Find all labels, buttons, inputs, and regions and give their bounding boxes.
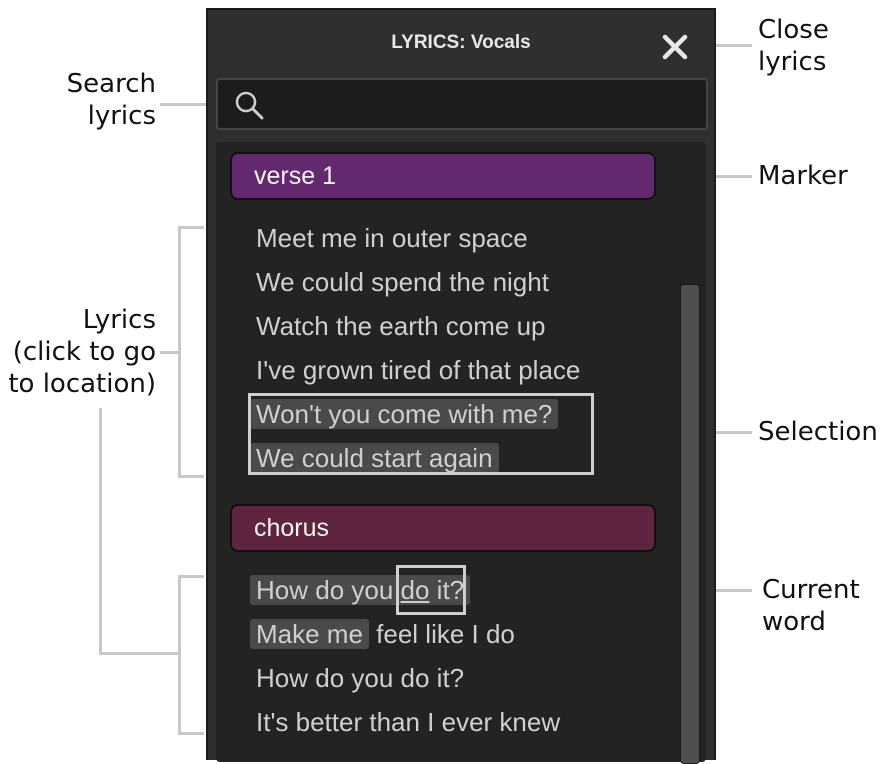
- search-input[interactable]: [274, 88, 698, 122]
- lyric-line[interactable]: It's better than I ever knew: [256, 704, 560, 740]
- lyric-line[interactable]: We could spend the night: [256, 264, 549, 300]
- callout-lyrics: Lyrics (click to go to location): [8, 305, 156, 399]
- marker-label: chorus: [254, 514, 330, 542]
- lyric-line[interactable]: Meet me in outer space: [256, 220, 528, 256]
- search-icon: [234, 90, 266, 127]
- marker-label: verse 1: [254, 162, 336, 190]
- bracket-link-vertical: [99, 408, 102, 655]
- bracket-link-horizontal: [99, 652, 179, 655]
- panel-title: LYRICS: Vocals: [391, 32, 531, 53]
- close-icon[interactable]: [660, 32, 690, 62]
- playing-highlight: Make me: [250, 619, 369, 649]
- lyric-line[interactable]: I've grown tired of that place: [256, 352, 580, 388]
- scrollbar[interactable]: [680, 284, 700, 764]
- lyrics-panel: LYRICS: Vocals verse 1 Meet me in outer …: [206, 8, 716, 764]
- callout-current-word: Current word: [762, 575, 860, 637]
- bracket-verse-tick: [160, 351, 180, 354]
- callout-close-lyrics: Close lyrics: [758, 15, 829, 77]
- callout-selection: Selection: [758, 417, 878, 447]
- lyric-line-playing[interactable]: Make me feel like I do: [250, 616, 515, 652]
- bracket-verse-top: [178, 226, 204, 229]
- bracket-chorus-top: [178, 575, 204, 578]
- current-word-box: [396, 565, 466, 615]
- callout-search-lyrics: Search lyrics: [66, 69, 156, 131]
- bracket-chorus: [178, 575, 181, 735]
- marker-chorus[interactable]: chorus: [230, 504, 656, 552]
- callout-marker: Marker: [758, 161, 848, 191]
- search-field[interactable]: [216, 78, 708, 130]
- lyric-line[interactable]: How do you do it?: [256, 660, 464, 696]
- selection-box: [248, 393, 594, 475]
- bracket-chorus-bottom: [178, 732, 204, 735]
- bracket-verse-bottom: [178, 475, 204, 478]
- lyric-line[interactable]: Watch the earth come up: [256, 308, 546, 344]
- marker-verse-1[interactable]: verse 1: [230, 152, 656, 200]
